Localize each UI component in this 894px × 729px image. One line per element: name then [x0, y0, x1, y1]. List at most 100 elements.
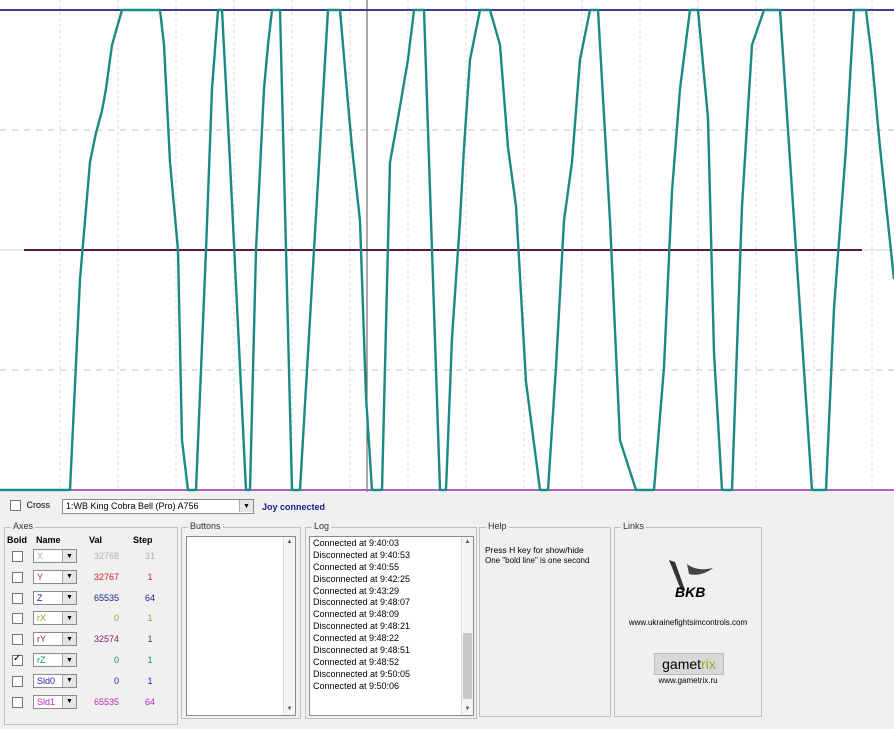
- axis-graph: [0, 0, 894, 492]
- axis-value: 32767: [93, 571, 119, 582]
- cross-toggle[interactable]: Cross: [10, 500, 51, 512]
- log-line: Connected at 9:50:06: [313, 680, 400, 691]
- axis-step: 1: [147, 634, 153, 645]
- axis-value: 0: [113, 613, 119, 624]
- chevron-down-icon: ▼: [62, 674, 76, 687]
- log-line: Connected at 9:48:52: [313, 656, 400, 667]
- log-scrollbar[interactable]: ▲ ▼: [461, 537, 473, 715]
- log-group: Log Connected at 9:40:03 Disconnected at …: [305, 521, 477, 719]
- chevron-down-icon: ▼: [62, 591, 76, 604]
- axis-bold-checkbox[interactable]: [12, 571, 23, 583]
- buttons-list[interactable]: ▲ ▼: [186, 536, 296, 716]
- bkb-logo[interactable]: BKB: [661, 556, 721, 604]
- chevron-down-icon: ▼: [62, 695, 76, 708]
- axis-step: 31: [144, 551, 155, 561]
- scroll-down-icon[interactable]: ▼: [284, 704, 295, 715]
- chevron-down-icon: ▼: [62, 633, 76, 646]
- help-group: Help Press H key for show/hide One "bold…: [479, 521, 611, 717]
- axis-bold-checkbox[interactable]: [12, 653, 23, 666]
- axis-row: rX ▼ 0 1: [5, 610, 175, 626]
- axis-bold-checkbox[interactable]: [12, 592, 23, 604]
- connection-status: Joy connected: [262, 502, 326, 512]
- axes-legend: Axes: [11, 521, 36, 531]
- axis-name-select[interactable]: X ▼: [33, 549, 77, 563]
- axis-name-value: X: [37, 551, 44, 561]
- graph-plot: [0, 8, 894, 492]
- log-line: Connected at 9:40:55: [313, 561, 400, 572]
- link-url-1[interactable]: www.ukrainefightsimcontrols.com: [619, 618, 757, 627]
- links-group: Links BKB www.ukrainefightsimcontrols.co…: [614, 521, 762, 717]
- log-line: Disconnected at 9:50:05: [313, 668, 411, 679]
- scroll-up-icon[interactable]: ▲: [462, 537, 473, 548]
- axis-row: Z ▼ 65535 64: [5, 590, 175, 606]
- scroll-up-icon[interactable]: ▲: [284, 537, 295, 548]
- axis-name-select[interactable]: Sld1 ▼: [33, 694, 77, 709]
- device-select[interactable]: 1:WB King Cobra Bell (Pro) A756 ▼: [62, 499, 254, 514]
- link-url-2[interactable]: www.gametrix.ru: [619, 676, 757, 685]
- log-scroll-thumb[interactable]: [463, 633, 472, 699]
- axis-step: 1: [147, 613, 153, 624]
- axis-step: 1: [147, 675, 153, 686]
- log-lines: Connected at 9:40:03 Disconnected at 9:40…: [310, 538, 461, 693]
- axis-value: 0: [113, 675, 119, 686]
- axis-row: X ▼ 32768 31: [5, 548, 175, 564]
- axes-header-step: Step: [133, 535, 153, 545]
- buttons-scrollbar[interactable]: ▲ ▼: [283, 537, 295, 715]
- axis-value: 32768: [93, 551, 119, 561]
- gametrix-logo-text-2: rix: [701, 656, 716, 672]
- axis-row: Y ▼ 32767 1: [5, 569, 175, 585]
- graph-grid: [0, 0, 894, 492]
- axis-value: 32574: [93, 634, 119, 645]
- axis-name-select[interactable]: Z ▼: [33, 590, 77, 605]
- axis-name-value: Y: [37, 571, 44, 582]
- cross-label: Cross: [26, 500, 51, 510]
- gametrix-logo[interactable]: gametrix: [654, 653, 724, 675]
- log-line: Connected at 9:40:03: [313, 538, 400, 548]
- axes-header-val: Val: [89, 535, 103, 545]
- gametrix-logo-text-1: gamet: [662, 656, 702, 672]
- axis-name-select[interactable]: Y ▼: [33, 569, 77, 584]
- axis-step: 64: [144, 592, 155, 603]
- log-legend: Log: [312, 521, 332, 531]
- chevron-down-icon: ▼: [62, 570, 76, 583]
- axis-bold-checkbox[interactable]: [12, 613, 23, 625]
- axis-value: 65535: [93, 696, 119, 707]
- axis-step: 1: [147, 571, 153, 582]
- axis-name-value: Sld0: [37, 675, 56, 686]
- axis-bold-checkbox[interactable]: [12, 696, 23, 708]
- help-line-1: Press H key for show/hide: [485, 545, 584, 555]
- log-line: Disconnected at 9:42:25: [313, 573, 411, 584]
- axis-name-select[interactable]: Sld0 ▼: [33, 673, 77, 688]
- axis-name-select[interactable]: rX ▼: [33, 611, 77, 626]
- chevron-down-icon: ▼: [62, 612, 76, 625]
- chevron-down-icon: ▼: [62, 654, 76, 666]
- axis-row: Sld0 ▼ 0 1: [5, 673, 175, 689]
- log-list[interactable]: Connected at 9:40:03 Disconnected at 9:40…: [309, 536, 474, 716]
- axis-bold-checkbox[interactable]: [12, 634, 23, 646]
- help-legend: Help: [486, 521, 509, 531]
- log-line: Connected at 9:48:22: [313, 633, 400, 644]
- chevron-down-icon: ▼: [62, 550, 76, 562]
- log-line: Disconnected at 9:40:53: [313, 549, 411, 560]
- chevron-down-icon: ▼: [239, 500, 253, 512]
- axis-row: rZ ▼ 0 1: [5, 652, 175, 668]
- links-legend: Links: [621, 521, 647, 531]
- axis-name-value: rZ: [37, 655, 46, 665]
- help-line-2: One "bold line" is one second: [485, 556, 590, 565]
- axis-bold-checkbox[interactable]: [12, 675, 23, 687]
- axis-name-value: Z: [37, 592, 43, 603]
- cross-checkbox[interactable]: [10, 500, 21, 512]
- axis-row: Sld1 ▼ 65535 64: [5, 694, 175, 710]
- axis-name-select[interactable]: rY ▼: [33, 632, 77, 647]
- log-line: Disconnected at 9:48:51: [313, 645, 411, 656]
- log-line: Disconnected at 9:48:21: [313, 621, 411, 632]
- axis-value: 65535: [93, 592, 119, 603]
- axes-header-bold: Bold: [7, 535, 27, 545]
- axis-name-select[interactable]: rZ ▼: [33, 653, 77, 667]
- axis-bold-checkbox[interactable]: [12, 551, 23, 562]
- scroll-down-icon[interactable]: ▼: [462, 704, 473, 715]
- log-line: Connected at 9:48:09: [313, 609, 400, 620]
- axis-name-value: rX: [37, 613, 46, 624]
- device-select-value: 1:WB King Cobra Bell (Pro) A756: [66, 501, 199, 511]
- bkb-logo-text: BKB: [675, 584, 706, 600]
